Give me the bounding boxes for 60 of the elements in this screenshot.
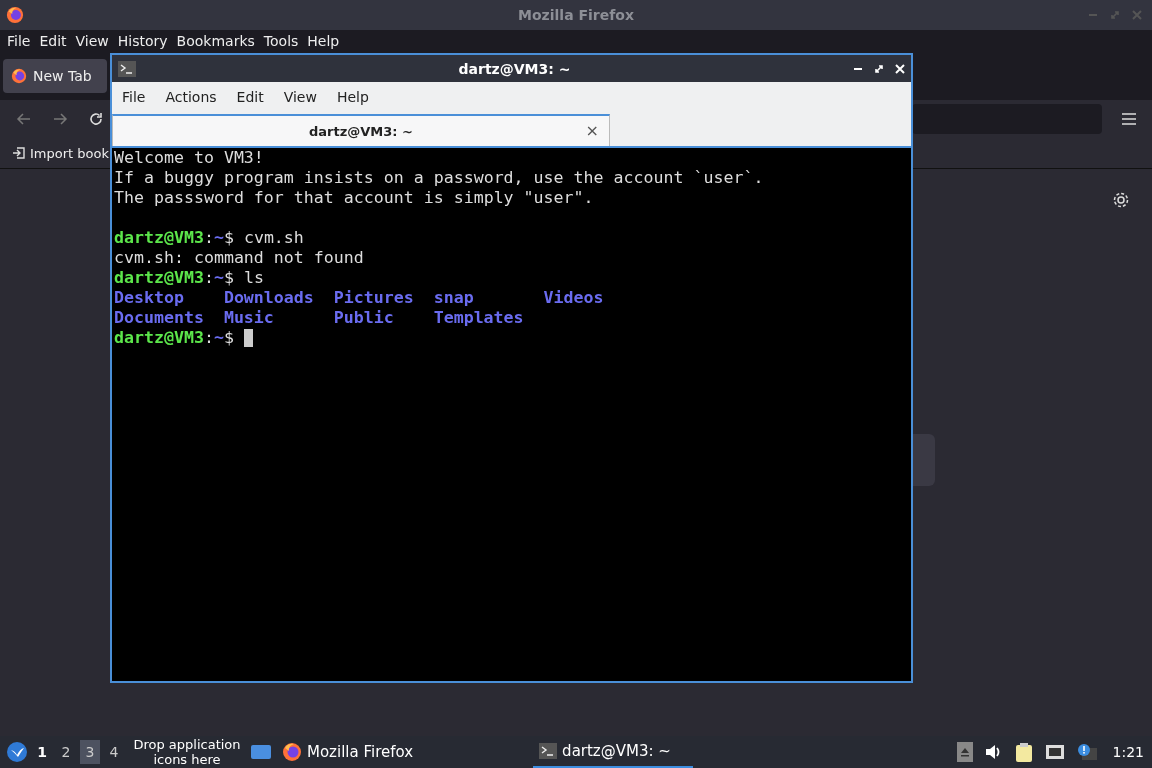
menu-item[interactable]: Tools: [263, 33, 299, 49]
terminal-line: If a buggy program insists on a password, use the account `user`.: [114, 168, 765, 188]
menu-item[interactable]: Help: [326, 89, 379, 105]
directory-name: Videos: [543, 288, 604, 308]
workspace-button[interactable]: 2: [56, 740, 76, 764]
directory-name: Music: [223, 308, 274, 328]
menu-item[interactable]: File: [112, 89, 156, 105]
menu-icon[interactable]: [1122, 113, 1136, 125]
workspace-button[interactable]: 1: [32, 740, 52, 764]
task-button[interactable]: dartz@VM3: ~: [533, 736, 694, 768]
terminal-line: dartz@VM3:~$ cvm.sh: [114, 228, 305, 248]
reload-icon[interactable]: [88, 111, 104, 127]
terminal-icon: [539, 743, 558, 759]
import-icon[interactable]: [12, 146, 26, 160]
menu-item[interactable]: Help: [307, 33, 340, 49]
forward-icon[interactable]: [52, 111, 68, 127]
directory-name: Desktop: [114, 288, 184, 308]
directory-name: Templates: [433, 308, 524, 328]
menu-item[interactable]: History: [117, 33, 168, 49]
menu-item[interactable]: Edit: [226, 89, 274, 105]
clock: 1:21: [1112, 744, 1144, 760]
directory-name: snap: [433, 288, 474, 308]
menu-item[interactable]: Edit: [39, 33, 67, 49]
menu-item[interactable]: View: [273, 89, 327, 105]
terminal-icon: [118, 60, 136, 77]
start-menu-icon[interactable]: [6, 741, 28, 763]
terminal-line: The passsword for that account is simply "user".: [114, 188, 595, 208]
menu-item[interactable]: Bookmarks: [176, 33, 255, 49]
window-title: dartz@VM3: ~: [457, 60, 572, 77]
clipboard-icon[interactable]: [1014, 742, 1033, 762]
firefox-icon: [11, 68, 27, 84]
browser-tab[interactable]: New Tab: [3, 59, 107, 93]
terminal-prompt: dartz@VM3:~$: [114, 328, 234, 348]
text-cursor: [243, 329, 253, 347]
menu-item[interactable]: File: [7, 33, 31, 49]
settings-icon[interactable]: [1112, 191, 1130, 209]
firefox-icon: [282, 742, 302, 762]
task-button[interactable]: Mozilla Firefox: [276, 736, 420, 768]
network-icon[interactable]: [1044, 744, 1065, 760]
drop-hint: Drop application icons here: [132, 737, 242, 767]
workspace-button[interactable]: 3: [80, 740, 100, 764]
notification-icon[interactable]: [1076, 743, 1097, 761]
firefox-icon: [6, 6, 24, 24]
eject-icon[interactable]: [956, 742, 973, 762]
terminal-line: cvm.sh: command not found: [114, 248, 365, 268]
terminal-line: Welcome to VM3!: [114, 148, 265, 168]
directory-name: Documents: [114, 308, 204, 328]
back-icon[interactable]: [16, 111, 32, 127]
close-tab-button[interactable]: ×: [585, 123, 599, 139]
workspace-button[interactable]: 4: [104, 740, 124, 764]
bookmark-item[interactable]: Import book: [30, 145, 109, 161]
directory-name: Pictures: [333, 288, 414, 308]
desktop-icon[interactable]: [250, 743, 272, 761]
terminal-line: dartz@VM3:~$ ls: [114, 268, 265, 288]
directory-name: Downloads: [223, 288, 314, 308]
directory-name: Public: [333, 308, 394, 328]
window-title: Mozilla Firefox: [517, 7, 635, 23]
menu-item[interactable]: Actions: [155, 89, 227, 105]
menu-item[interactable]: View: [75, 33, 109, 49]
terminal-tab[interactable]: dartz@VM3: ~ ×: [112, 114, 610, 146]
